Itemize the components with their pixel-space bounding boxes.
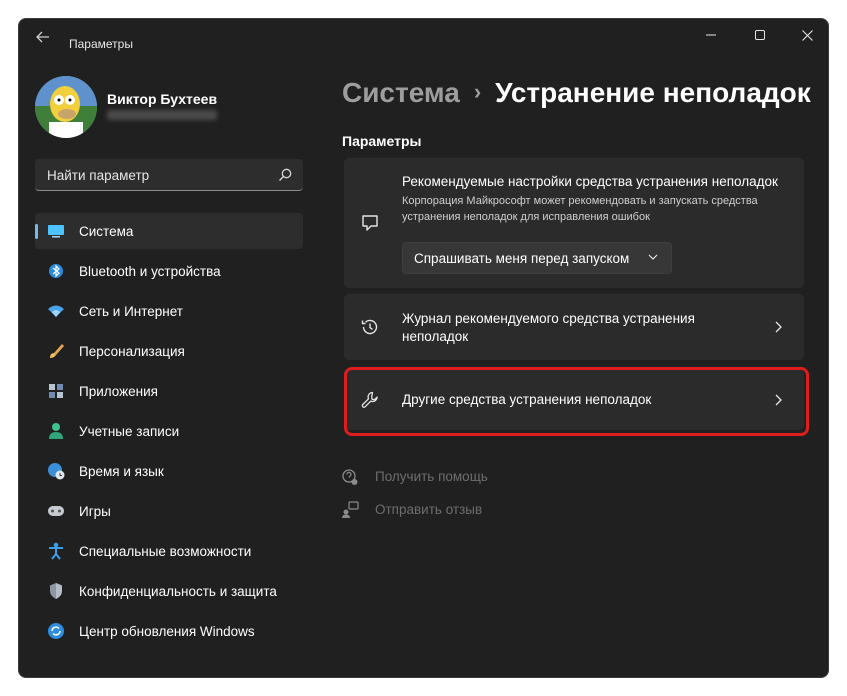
section-title: Параметры (342, 133, 422, 149)
title-bar: Параметры (19, 19, 828, 55)
card-description: Корпорация Майкрософт может рекомендоват… (402, 195, 758, 223)
wifi-icon (47, 302, 65, 320)
card-title: Другие средства устранения неполадок (402, 392, 652, 407)
sidebar-item-label: Сеть и Интернет (79, 304, 183, 319)
sidebar-item-accessibility[interactable]: Специальные возможности (35, 533, 303, 569)
sidebar-item-system[interactable]: Система (35, 213, 303, 249)
card-title: Журнал рекомендуемого средства устранени… (402, 311, 695, 344)
feedback-icon (341, 501, 359, 519)
update-icon (47, 622, 65, 640)
avatar-picture (35, 76, 97, 138)
minimize-button[interactable] (691, 23, 731, 47)
page-title: Устранение неполадок (495, 77, 811, 108)
app-title: Параметры (69, 37, 133, 51)
globe-clock-icon (47, 462, 65, 480)
search-input[interactable] (45, 159, 269, 191)
sidebar-item-label: Учетные записи (79, 424, 180, 439)
search-box[interactable] (35, 159, 303, 191)
maximize-button[interactable] (740, 23, 780, 47)
breadcrumb-separator: › (473, 79, 482, 104)
person-icon (47, 422, 65, 440)
shield-icon (47, 582, 65, 600)
sidebar-item-privacy[interactable]: Конфиденциальность и защита (35, 573, 303, 609)
history-icon (358, 315, 382, 339)
help-icon (341, 468, 359, 486)
brush-icon (47, 342, 65, 360)
profile-email-blurred (107, 110, 217, 120)
search-icon[interactable] (277, 167, 293, 183)
sidebar-item-label: Центр обновления Windows (79, 624, 255, 639)
back-button[interactable] (29, 27, 57, 47)
dropdown-selected-value: Спрашивать меня перед запуском (414, 251, 630, 266)
accessibility-icon (47, 542, 65, 560)
display-icon (47, 222, 65, 240)
chevron-right-icon (775, 321, 782, 333)
sidebar-item-label: Приложения (79, 384, 158, 399)
sidebar-item-label: Система (79, 224, 134, 239)
close-icon (801, 29, 813, 41)
sidebar-item-gaming[interactable]: Игры (35, 493, 303, 529)
sidebar-item-label: Игры (79, 504, 111, 519)
breadcrumb: Система › Устранение неполадок (342, 77, 811, 109)
minimize-icon (706, 34, 716, 36)
avatar[interactable] (35, 76, 97, 138)
chat-bubble-icon (358, 211, 382, 235)
profile-name: Виктор Бухтеев (107, 91, 218, 107)
apps-icon (47, 382, 65, 400)
sidebar-item-time-language[interactable]: Время и язык (35, 453, 303, 489)
chevron-down-icon (648, 254, 658, 260)
run-preference-dropdown[interactable]: Спрашивать меня перед запуском (402, 242, 672, 274)
troubleshooter-history-card[interactable]: Журнал рекомендуемого средства устранени… (344, 294, 804, 360)
wrench-icon (358, 388, 382, 412)
sidebar-item-label: Специальные возможности (79, 544, 252, 559)
sidebar-item-personalization[interactable]: Персонализация (35, 333, 303, 369)
breadcrumb-parent[interactable]: Система (342, 77, 460, 108)
other-troubleshooters-card[interactable]: Другие средства устранения неполадок (344, 370, 804, 430)
bluetooth-icon (47, 262, 65, 280)
settings-window: Параметры Виктор Бухтеев Найти параметр … (18, 18, 829, 678)
sidebar-item-label: Время и язык (79, 464, 164, 479)
card-title: Рекомендуемые настройки средства устране… (402, 174, 778, 189)
get-help-label: Получить помощь (375, 469, 488, 484)
sidebar-item-bluetooth[interactable]: Bluetooth и устройства (35, 253, 303, 289)
sidebar-item-windows-update[interactable]: Центр обновления Windows (35, 613, 303, 649)
sidebar-item-label: Персонализация (79, 344, 185, 359)
sidebar-item-label: Конфиденциальность и защита (79, 584, 277, 599)
sidebar-item-network[interactable]: Сеть и Интернет (35, 293, 303, 329)
gamepad-icon (47, 502, 65, 520)
sidebar-item-label: Bluetooth и устройства (79, 264, 221, 279)
sidebar-item-apps[interactable]: Приложения (35, 373, 303, 409)
sidebar-nav: Система Bluetooth и устройства Сеть и Ин… (35, 213, 303, 653)
send-feedback-label: Отправить отзыв (375, 502, 483, 517)
back-arrow-icon (36, 31, 49, 43)
recommended-settings-card: Рекомендуемые настройки средства устране… (344, 158, 804, 288)
close-button[interactable] (787, 23, 827, 47)
maximize-icon (755, 30, 765, 40)
chevron-right-icon (775, 394, 782, 406)
sidebar-item-accounts[interactable]: Учетные записи (35, 413, 303, 449)
